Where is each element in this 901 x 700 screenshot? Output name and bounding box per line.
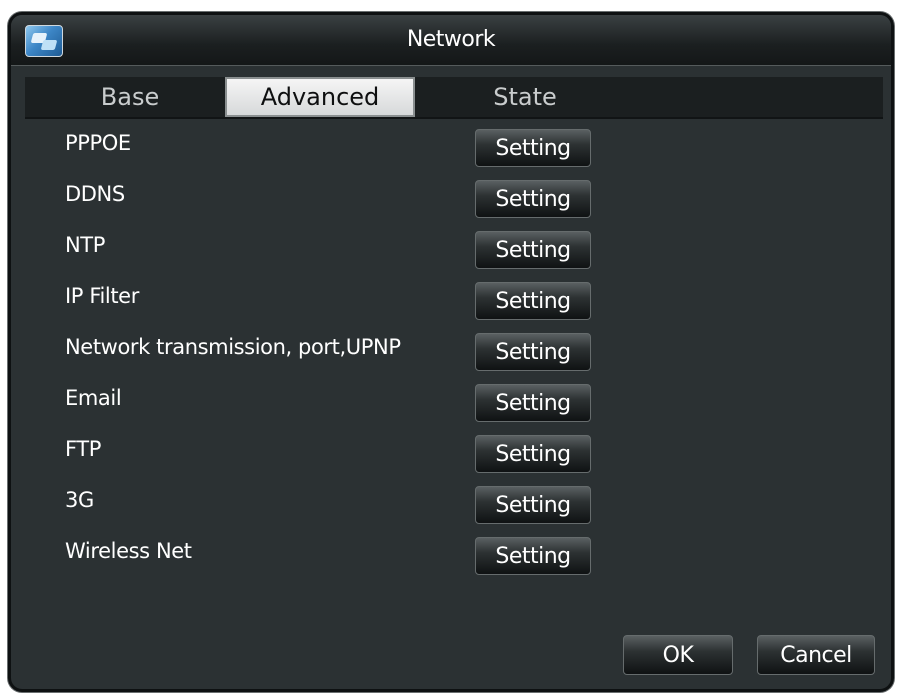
tab-state[interactable]: State [435, 77, 615, 117]
ntp-setting-button[interactable]: Setting [475, 231, 591, 269]
pppoe-setting-button[interactable]: Setting [475, 129, 591, 167]
tab-bar: Base Advanced State [25, 77, 883, 119]
ok-button[interactable]: OK [623, 635, 733, 675]
3g-setting-button[interactable]: Setting [475, 486, 591, 524]
row-label: PPPOE [65, 131, 131, 155]
ip-filter-setting-button[interactable]: Setting [475, 282, 591, 320]
row-label: NTP [65, 233, 106, 257]
network-dialog: Network Base Advanced State PPPOE Settin… [8, 12, 894, 692]
row-label: IP Filter [65, 284, 139, 308]
network-transmission-setting-button[interactable]: Setting [475, 333, 591, 371]
ddns-setting-button[interactable]: Setting [475, 180, 591, 218]
cancel-button[interactable]: Cancel [757, 635, 875, 675]
row-label: Wireless Net [65, 539, 192, 563]
tab-base[interactable]: Base [55, 77, 205, 117]
email-setting-button[interactable]: Setting [475, 384, 591, 422]
row-label: FTP [65, 437, 102, 461]
title-bar: Network [11, 15, 891, 66]
window-title: Network [406, 27, 496, 52]
wireless-net-setting-button[interactable]: Setting [475, 537, 591, 575]
tab-advanced[interactable]: Advanced [225, 77, 415, 117]
row-label: 3G [65, 488, 94, 512]
row-label: Email [65, 386, 122, 410]
row-label: Network transmission, port,UPNP [65, 335, 401, 359]
row-label: DDNS [65, 182, 125, 206]
ftp-setting-button[interactable]: Setting [475, 435, 591, 473]
